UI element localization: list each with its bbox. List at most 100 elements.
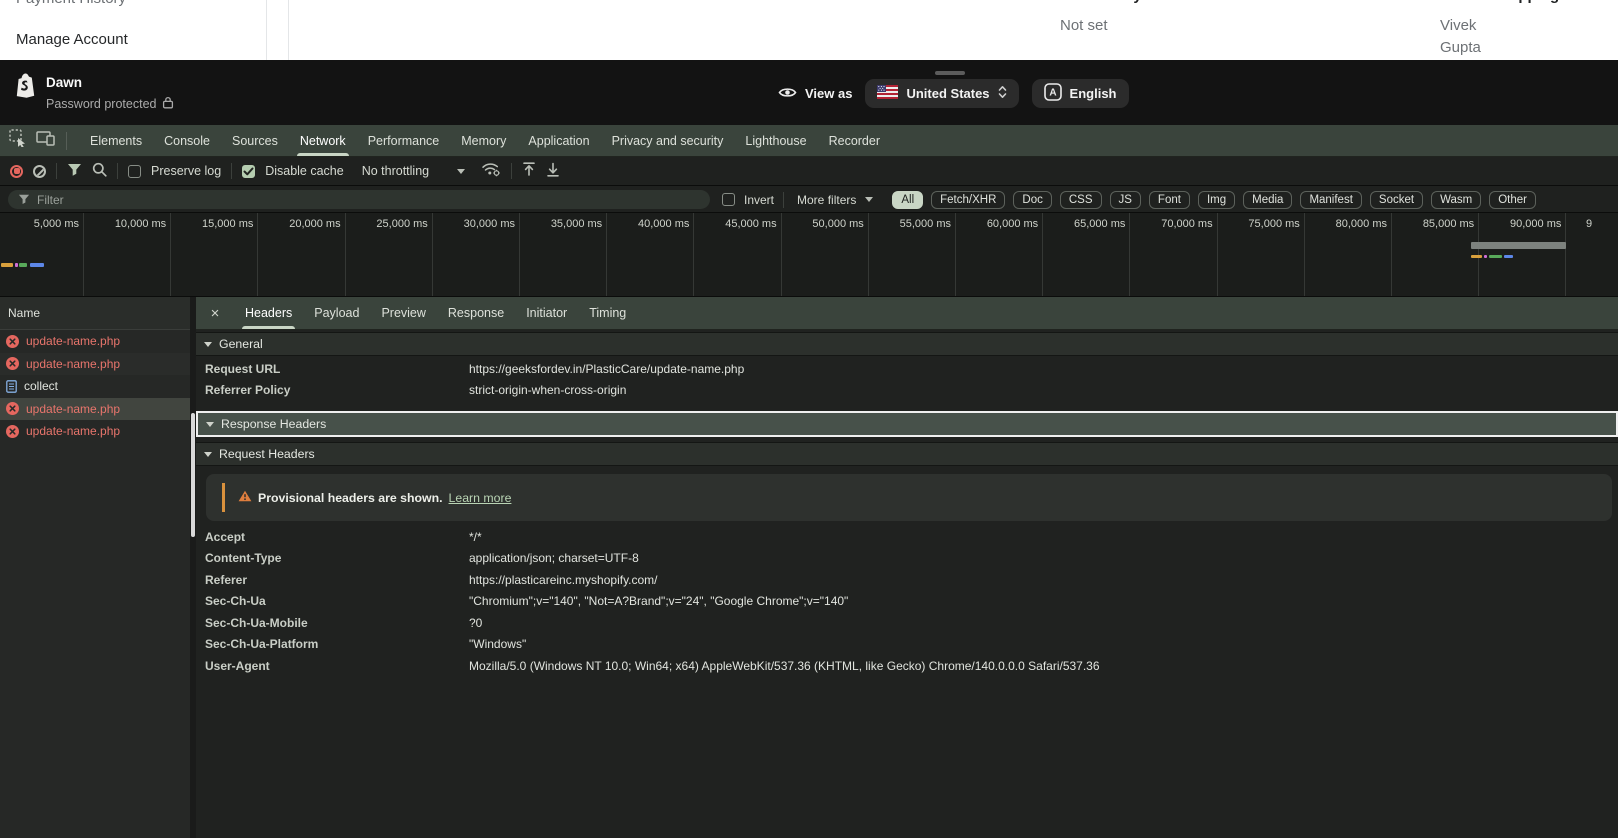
page-divider-line xyxy=(288,0,289,60)
close-details-icon[interactable]: × xyxy=(196,297,234,329)
error-icon xyxy=(6,425,19,438)
inspect-element-icon[interactable] xyxy=(9,129,28,152)
name-column-header-label: Name xyxy=(8,306,40,320)
chip-media[interactable]: Media xyxy=(1243,191,1292,209)
shipping-last-name: Gupta xyxy=(1440,39,1481,56)
tab-network[interactable]: Network xyxy=(289,125,357,156)
page-divider-line xyxy=(266,0,267,60)
waterfall-segment xyxy=(30,263,44,267)
svg-text:A: A xyxy=(1049,88,1056,99)
throttling-caret-icon[interactable] xyxy=(457,169,465,174)
disable-cache-checkbox[interactable] xyxy=(242,165,255,178)
disclosure-triangle-icon xyxy=(204,452,212,457)
response-headers-section-header[interactable]: Response Headers xyxy=(196,411,1618,437)
tab-console[interactable]: Console xyxy=(153,125,221,156)
chip-img[interactable]: Img xyxy=(1198,191,1235,209)
timeline-tick-label: 80,000 ms xyxy=(1303,218,1387,230)
timeline-tick-label: 75,000 ms xyxy=(1216,218,1300,230)
details-tab-timing-label: Timing xyxy=(589,306,626,320)
learn-more-link[interactable]: Learn more xyxy=(449,491,512,505)
devtools-tabs: Elements ConsoleSourcesNetworkPerformance… xyxy=(79,125,891,156)
tab-elements[interactable]: Elements xyxy=(79,125,153,156)
chip-js[interactable]: JS xyxy=(1110,191,1141,209)
request-row[interactable]: update-name.php xyxy=(0,398,190,421)
device-toolbar-icon[interactable] xyxy=(36,131,55,151)
country-selector-value: United States xyxy=(906,86,989,101)
tab-application[interactable]: Application xyxy=(517,125,600,156)
chip-socket[interactable]: Socket xyxy=(1370,191,1423,209)
request-row[interactable]: update-name.php xyxy=(0,330,190,353)
timeline-tick-label: 45,000 ms xyxy=(693,218,777,230)
request-row[interactable]: update-name.php xyxy=(0,353,190,376)
tab-sources[interactable]: Sources xyxy=(221,125,289,156)
invert-filter-checkbox[interactable] xyxy=(722,193,735,206)
more-filters-caret-icon[interactable] xyxy=(865,197,873,202)
timeline-tick-label: 15,000 ms xyxy=(169,218,253,230)
warning-text: Provisional headers are shown. xyxy=(258,491,443,505)
invert-filter-label[interactable]: Invert xyxy=(744,193,774,207)
details-tab-headers[interactable]: Headers xyxy=(234,297,303,329)
throttling-select[interactable]: No throttling xyxy=(362,164,429,178)
preserve-log-label[interactable]: Preserve log xyxy=(151,164,221,178)
language-selector[interactable]: A English xyxy=(1032,79,1129,108)
tab-recorder[interactable]: Recorder xyxy=(818,125,891,156)
request-header-name: Sec-Ch-Ua xyxy=(196,594,469,608)
payment-history-link-clipped[interactable]: Payment History xyxy=(16,0,126,7)
details-tab-initiator[interactable]: Initiator xyxy=(515,297,578,329)
timeline-tick-label-partial: 9 xyxy=(1586,218,1618,230)
network-conditions-icon[interactable] xyxy=(481,162,501,180)
chip-fetch-xhr[interactable]: Fetch/XHR xyxy=(931,191,1005,209)
details-tab-payload[interactable]: Payload xyxy=(303,297,370,329)
more-filters-label[interactable]: More filters xyxy=(797,193,856,207)
timeline-tick-label: 70,000 ms xyxy=(1129,218,1213,230)
tab-privacy-and-security[interactable]: Privacy and security xyxy=(601,125,735,156)
request-row[interactable]: collect xyxy=(0,375,190,398)
chip-all[interactable]: All xyxy=(892,191,923,209)
export-har-icon[interactable] xyxy=(546,162,560,180)
tab-memory[interactable]: Memory xyxy=(450,125,517,156)
screenshot-root: Payment History Manage Account Default P… xyxy=(0,0,1618,838)
tab-memory-label: Memory xyxy=(461,134,506,148)
filter-toggle-icon[interactable] xyxy=(67,163,82,180)
tab-application-label: Application xyxy=(528,134,589,148)
country-selector[interactable]: United States xyxy=(865,79,1018,108)
request-row[interactable]: update-name.php xyxy=(0,420,190,443)
timeline-tick-label: 90,000 ms xyxy=(1477,218,1561,230)
request-headers-section-header[interactable]: Request Headers xyxy=(196,442,1618,466)
chip-wasm[interactable]: Wasm xyxy=(1431,191,1481,209)
chip-other[interactable]: Other xyxy=(1489,191,1536,209)
shipping-first-name: Vivek xyxy=(1440,17,1476,34)
request-header-name: User-Agent xyxy=(196,659,469,673)
shipping-heading-clipped: Default Shipping Address xyxy=(1440,0,1618,4)
tab-lighthouse[interactable]: Lighthouse xyxy=(734,125,817,156)
waterfall-segment xyxy=(1,263,13,267)
disable-cache-label[interactable]: Disable cache xyxy=(265,164,344,178)
toolbar-separator xyxy=(783,192,784,208)
waterfall-segment xyxy=(15,263,18,267)
chip-manifest[interactable]: Manifest xyxy=(1300,191,1361,209)
search-icon[interactable] xyxy=(92,162,107,180)
chip-css[interactable]: CSS xyxy=(1060,191,1102,209)
preview-bar-drag-handle[interactable] xyxy=(935,71,965,75)
name-column-header[interactable]: Name xyxy=(0,297,190,330)
language-selector-value: English xyxy=(1070,86,1117,101)
details-tab-bar: × HeadersPayloadPreviewResponseInitiator… xyxy=(196,297,1618,330)
import-har-icon[interactable] xyxy=(522,162,536,180)
details-tab-timing[interactable]: Timing xyxy=(578,297,637,329)
tab-elements-label: Elements xyxy=(90,134,142,148)
record-network-log-button[interactable] xyxy=(10,165,23,178)
tab-performance[interactable]: Performance xyxy=(357,125,451,156)
general-section-header[interactable]: General xyxy=(196,332,1618,356)
clear-network-log-button[interactable] xyxy=(33,165,46,178)
manage-account-link[interactable]: Manage Account xyxy=(16,31,128,48)
chip-font[interactable]: Font xyxy=(1149,191,1190,209)
preserve-log-checkbox[interactable] xyxy=(128,165,141,178)
filter-input[interactable]: Filter xyxy=(8,190,710,209)
timeline-gridline xyxy=(1565,213,1566,297)
chip-doc[interactable]: Doc xyxy=(1013,191,1051,209)
network-overview-timeline[interactable]: 5,000 ms10,000 ms15,000 ms20,000 ms25,00… xyxy=(0,213,1618,297)
request-headers-title: Request Headers xyxy=(219,447,315,461)
request-header-row: Accept*/* xyxy=(196,526,1618,548)
details-tab-preview[interactable]: Preview xyxy=(370,297,436,329)
details-tab-response[interactable]: Response xyxy=(437,297,515,329)
